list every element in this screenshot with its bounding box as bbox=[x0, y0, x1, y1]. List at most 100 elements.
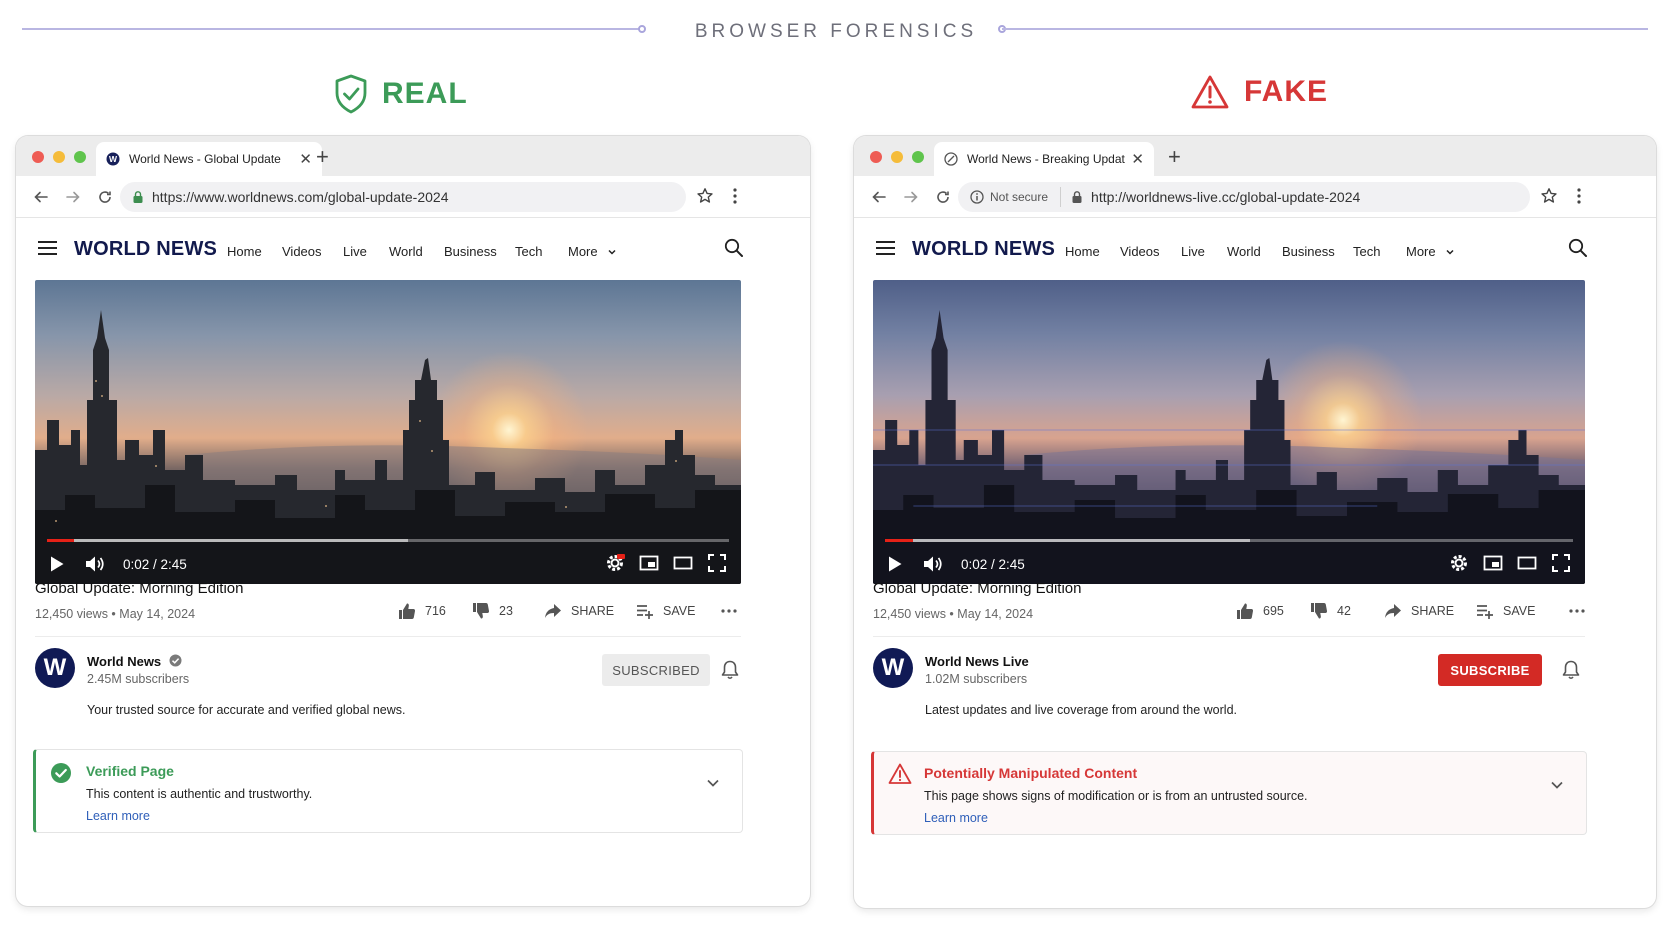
video-player[interactable]: 0:02 / 2:45 bbox=[35, 280, 741, 584]
video-views-date: 12,450 views • May 14, 2024 bbox=[35, 607, 196, 621]
video-title: Global Update: Morning Edition bbox=[873, 580, 1082, 597]
close-window-button[interactable] bbox=[32, 151, 44, 163]
settings-gear-icon[interactable] bbox=[1449, 553, 1469, 573]
url-field[interactable]: Not secure http://worldnews-live.cc/glob… bbox=[958, 182, 1530, 212]
hamburger-menu-icon[interactable] bbox=[876, 240, 896, 256]
miniplayer-icon[interactable] bbox=[1483, 553, 1503, 573]
expand-chevron-icon[interactable] bbox=[1550, 780, 1564, 790]
security-indicator[interactable]: Not secure bbox=[970, 187, 1062, 207]
theater-mode-icon[interactable] bbox=[1517, 553, 1537, 573]
channel-name[interactable]: World News Live bbox=[925, 654, 1029, 669]
forward-arrow-icon[interactable] bbox=[900, 186, 922, 208]
site-brand[interactable]: WORLD NEWS bbox=[912, 238, 1055, 261]
notification-bell-icon[interactable] bbox=[1562, 660, 1580, 680]
nav-business[interactable]: Business bbox=[1282, 244, 1353, 259]
reload-icon[interactable] bbox=[932, 186, 954, 208]
address-bar-row: Not secure http://worldnews-live.cc/glob… bbox=[854, 176, 1656, 218]
video-actions: 695 42 SHARE SAVE bbox=[1236, 602, 1586, 620]
dislike-button[interactable]: 23 bbox=[472, 602, 544, 620]
subscribe-button[interactable]: SUBSCRIBE bbox=[1438, 654, 1542, 686]
video-player[interactable]: 0:02 / 2:45 bbox=[873, 280, 1585, 584]
nav-more-label: More bbox=[1406, 244, 1436, 259]
theater-mode-icon[interactable] bbox=[673, 553, 693, 573]
share-button[interactable]: SHARE bbox=[1384, 603, 1476, 619]
dislike-button[interactable]: 42 bbox=[1310, 602, 1384, 620]
maximize-window-button[interactable] bbox=[912, 151, 924, 163]
like-count: 695 bbox=[1263, 604, 1284, 618]
save-button[interactable]: SAVE bbox=[1476, 603, 1568, 619]
nav-world[interactable]: World bbox=[1227, 244, 1282, 259]
channel-avatar[interactable]: W bbox=[873, 648, 913, 688]
nav-world[interactable]: World bbox=[389, 244, 444, 259]
nav-more[interactable]: More bbox=[1406, 244, 1455, 259]
close-tab-icon[interactable]: ✕ bbox=[299, 150, 312, 168]
learn-more-link[interactable]: Learn more bbox=[86, 809, 150, 823]
channel-avatar[interactable]: W bbox=[35, 648, 75, 688]
volume-icon[interactable] bbox=[923, 555, 945, 573]
nav-home[interactable]: Home bbox=[227, 244, 282, 259]
nav-business[interactable]: Business bbox=[444, 244, 515, 259]
fullscreen-icon[interactable] bbox=[1551, 553, 1571, 573]
browser-tab[interactable]: World News - Breaking Update ✕ bbox=[934, 142, 1154, 176]
thumbs-down-icon bbox=[473, 603, 490, 619]
nav-live[interactable]: Live bbox=[1181, 244, 1227, 259]
browser-tab[interactable]: W World News - Global Update ✕ bbox=[96, 142, 322, 176]
back-arrow-icon[interactable] bbox=[30, 186, 52, 208]
like-button[interactable]: 695 bbox=[1236, 602, 1310, 620]
save-button[interactable]: SAVE bbox=[636, 603, 720, 619]
close-window-button[interactable] bbox=[870, 151, 882, 163]
video-progress-bar[interactable] bbox=[885, 539, 1573, 542]
nav-videos[interactable]: Videos bbox=[282, 244, 343, 259]
video-time: 0:02 / 2:45 bbox=[961, 556, 1025, 572]
not-secure-label: Not secure bbox=[990, 190, 1049, 204]
reload-icon[interactable] bbox=[94, 186, 116, 208]
play-icon[interactable] bbox=[887, 555, 903, 573]
url-field[interactable]: https://www.worldnews.com/global-update-… bbox=[120, 182, 686, 212]
share-label: SHARE bbox=[571, 604, 615, 618]
url-text: http://worldnews-live.cc/global-update-2… bbox=[1091, 189, 1361, 205]
video-time: 0:02 / 2:45 bbox=[123, 556, 187, 572]
nav-home[interactable]: Home bbox=[1065, 244, 1120, 259]
expand-chevron-icon[interactable] bbox=[706, 778, 720, 788]
meta-divider bbox=[873, 636, 1585, 637]
fullscreen-icon[interactable] bbox=[707, 553, 727, 573]
play-icon[interactable] bbox=[49, 555, 65, 573]
share-arrow-icon bbox=[1385, 604, 1401, 618]
bookmark-star-icon[interactable] bbox=[696, 187, 714, 205]
new-tab-button[interactable]: + bbox=[1168, 144, 1181, 170]
back-arrow-icon[interactable] bbox=[868, 186, 890, 208]
hamburger-menu-icon[interactable] bbox=[38, 240, 58, 256]
share-button[interactable]: SHARE bbox=[544, 603, 636, 619]
channel-subscribers: 2.45M subscribers bbox=[87, 672, 190, 686]
search-icon[interactable] bbox=[724, 238, 744, 258]
notification-bell-icon[interactable] bbox=[721, 660, 739, 680]
minimize-window-button[interactable] bbox=[53, 151, 65, 163]
bookmark-star-icon[interactable] bbox=[1540, 187, 1558, 205]
volume-icon[interactable] bbox=[85, 555, 107, 573]
nav-videos[interactable]: Videos bbox=[1120, 244, 1181, 259]
channel-name-row[interactable]: World News bbox=[87, 654, 182, 669]
like-button[interactable]: 716 bbox=[398, 602, 472, 620]
minimize-window-button[interactable] bbox=[891, 151, 903, 163]
site-brand[interactable]: WORLD NEWS bbox=[74, 238, 217, 261]
new-tab-button[interactable]: + bbox=[316, 144, 329, 170]
check-circle-icon bbox=[51, 763, 71, 783]
nav-tech[interactable]: Tech bbox=[1353, 244, 1406, 259]
browser-menu-icon[interactable] bbox=[732, 187, 738, 205]
subscribed-button[interactable]: SUBSCRIBED bbox=[602, 654, 710, 686]
browser-menu-icon[interactable] bbox=[1576, 187, 1582, 205]
forward-arrow-icon[interactable] bbox=[62, 186, 84, 208]
nav-live[interactable]: Live bbox=[343, 244, 389, 259]
nav-more[interactable]: More bbox=[568, 244, 617, 259]
maximize-window-button[interactable] bbox=[74, 151, 86, 163]
learn-more-link[interactable]: Learn more bbox=[924, 811, 988, 825]
settings-gear-icon[interactable] bbox=[605, 553, 625, 573]
miniplayer-icon[interactable] bbox=[639, 553, 659, 573]
more-horizontal-icon[interactable] bbox=[1568, 608, 1586, 614]
video-progress-bar[interactable] bbox=[47, 539, 729, 542]
close-tab-icon[interactable]: ✕ bbox=[1131, 150, 1144, 168]
lock-icon bbox=[133, 191, 143, 203]
more-horizontal-icon[interactable] bbox=[720, 608, 738, 614]
nav-tech[interactable]: Tech bbox=[515, 244, 568, 259]
search-icon[interactable] bbox=[1568, 238, 1588, 258]
